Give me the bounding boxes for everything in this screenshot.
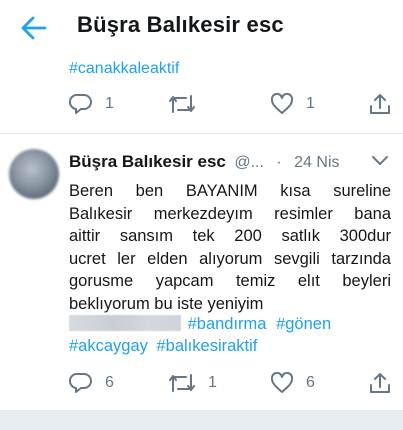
hashtag-link[interactable]: #canakkaleaktif [69,60,179,78]
reply-icon [69,372,92,393]
tweet-text-line: beklıyorum bu iste yeniyim [69,294,264,313]
like-count: 6 [306,374,315,391]
retweet-icon [169,95,195,113]
share-button[interactable] [369,89,391,119]
tweet-actions-previous: 1 1 [0,89,403,119]
tweet-text-line: gorusme yapcam temiz elıt beyleri [69,272,391,290]
reply-button[interactable]: 1 [69,89,114,119]
separator: · [276,154,282,171]
tweet-header: Büşra Balıkesir esc @... · 24 Nis [69,152,340,172]
avatar[interactable] [9,149,59,199]
hashtag-link[interactable]: #gönen [276,315,331,333]
heart-icon [270,372,294,393]
share-button[interactable] [369,368,391,398]
user-handle[interactable]: @... [234,154,264,171]
tweet-text-line: ucret ler elden alıyorum sevgili tarzınd… [69,249,391,268]
reply-count: 6 [105,374,114,391]
tweet-actions: 6 1 6 [0,368,403,398]
retweet-button[interactable]: 1 [168,368,217,398]
tweet-text-line: aittir sansım tek 200 satlık 300dur [69,227,391,245]
hashtag-link[interactable]: #bandırma [188,315,267,333]
retweet-button[interactable] [168,89,208,119]
hashtag-link[interactable]: #balıkesiraktif [156,337,257,355]
hashtag-row: #bandırma #gönen [69,315,331,334]
reply-icon [69,93,92,114]
tweet-text: Beren ben BAYANIM kısa sureline Balıkesi… [69,180,391,315]
tweet-menu-button[interactable] [371,154,389,168]
page-title: Büşra Balıkesir esc [77,12,284,37]
redacted-text [69,315,181,331]
display-name[interactable]: Büşra Balıkesir esc [69,152,226,171]
tweet-text-line: Beren ben BAYANIM kısa sureline [69,182,391,200]
reply-count: 1 [105,95,114,112]
chevron-down-icon [372,156,388,165]
divider [0,133,403,134]
like-count: 1 [306,95,315,112]
top-bar: Büşra Balıkesir esc [0,0,403,54]
arrow-left-icon [21,16,47,40]
reply-button[interactable]: 6 [69,368,114,398]
like-button[interactable]: 1 [270,89,315,119]
tweet-date[interactable]: 24 Nis [294,154,339,171]
timeline-separator [0,410,403,430]
share-icon [370,94,390,114]
hashtag-link[interactable]: #akcaygay [69,337,148,355]
heart-icon [270,93,294,114]
hashtag-row: #akcaygay #balıkesiraktif [69,337,257,356]
back-button[interactable] [20,15,48,41]
like-button[interactable]: 6 [270,368,315,398]
tweet-text-line: Balıkesir merkezdeyım resimler bana [69,204,391,223]
share-icon [370,373,390,393]
retweet-count: 1 [208,374,217,391]
retweet-icon [169,374,195,392]
